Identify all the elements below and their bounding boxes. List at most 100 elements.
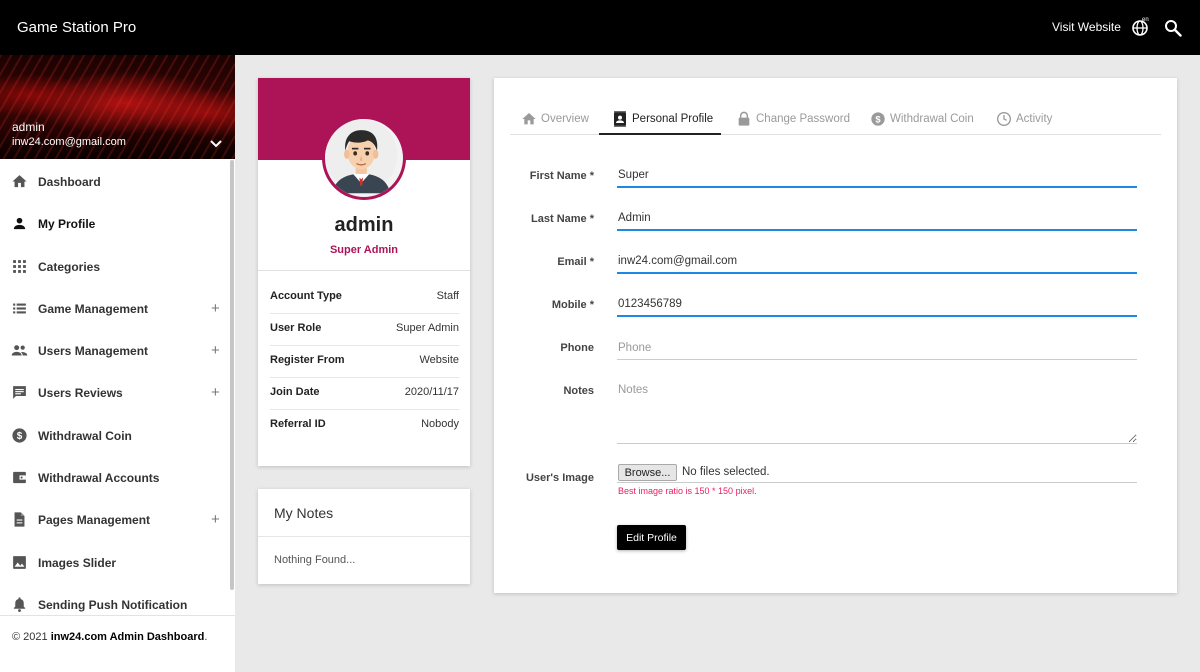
app-title[interactable]: Game Station Pro [17,19,136,36]
notes-label: Notes [563,385,594,397]
phone-field[interactable] [617,336,1137,360]
info-key: Referral ID [270,418,326,430]
info-row-user-role: User Role Super Admin [270,314,459,346]
sidebar: admin inw24.com@gmail.com Dashboard My P… [0,55,235,672]
sidebar-item-label: Categories [38,259,101,274]
user-image-label: User's Image [525,472,594,484]
email-field[interactable] [617,250,1137,274]
user-avatar-image [325,119,398,194]
dollar-coin-icon: $ [871,112,885,126]
visit-website-link[interactable]: Visit Website [1052,20,1121,34]
user-image-file-input[interactable]: Browse... No files selected. [617,464,1137,483]
divider [258,270,470,271]
sidebar-footer: © 2021 inw24.com Admin Dashboard. [0,615,235,672]
lock-icon [738,111,750,126]
info-row-referral-id: Referral ID Nobody [270,410,459,442]
svg-text:$: $ [17,431,23,442]
info-key: Join Date [270,386,320,398]
top-bar: Game Station Pro Visit Website en [0,0,1200,55]
sidebar-item-images-slider[interactable]: Images Slider [0,542,230,584]
sidebar-item-pages-management[interactable]: Pages Management + [0,499,230,541]
info-row-account-type: Account Type Staff [270,282,459,314]
profile-summary-card: admin Super Admin Account Type Staff Use… [258,78,470,466]
no-file-text: No files selected. [682,466,770,478]
tab-label: Change Password [756,113,850,125]
tab-label: Personal Profile [632,113,714,125]
expand-plus-icon[interactable]: + [211,384,220,401]
chevron-down-icon[interactable] [209,139,223,149]
info-row-join-date: Join Date 2020/11/17 [270,378,459,410]
profile-role: Super Admin [329,244,399,256]
sidebar-item-label: Users Reviews [38,386,123,401]
last-name-field[interactable] [617,207,1137,231]
page-icon [14,512,25,527]
grid-icon [13,259,26,273]
tab-change-password[interactable]: Change Password [736,106,856,135]
info-value: Nobody [421,418,459,430]
sidebar-user-name: admin [12,120,45,134]
sidebar-item-users-management[interactable]: Users Management + [0,330,230,372]
sidebar-item-game-management[interactable]: Game Management + [0,288,230,330]
browse-button[interactable]: Browse... [618,464,677,481]
sidebar-item-categories[interactable]: Categories [0,246,230,288]
sidebar-item-my-profile[interactable]: My Profile [0,203,230,245]
profile-tabs: Overview Personal Profile Change Passwor… [510,106,1161,135]
tab-overview[interactable]: Overview [521,106,597,135]
sidebar-item-withdrawal-accounts[interactable]: Withdrawal Accounts [0,457,230,499]
info-value: Super Admin [396,322,459,334]
language-code: en [1142,17,1149,23]
group-icon [11,345,28,356]
tab-label: Activity [1016,113,1053,125]
globe-icon[interactable]: en [1131,17,1151,37]
copyright-brand: inw24.com Admin Dashboard [50,631,205,643]
image-icon [13,555,26,569]
info-key: Register From [270,354,345,366]
bell-icon [13,597,26,612]
sidebar-item-dashboard[interactable]: Dashboard [0,161,230,203]
sidebar-item-label: Withdrawal Accounts [38,471,160,486]
tab-personal-profile[interactable]: Personal Profile [599,106,721,135]
tab-withdrawal-coin[interactable]: $ Withdrawal Coin [870,106,980,135]
info-value: 2020/11/17 [404,386,459,398]
sidebar-item-label: Users Management [38,344,149,359]
my-notes-card: My Notes Nothing Found... [258,489,470,584]
mobile-field[interactable] [617,293,1137,317]
expand-plus-icon[interactable]: + [211,300,220,317]
profile-form-card: Overview Personal Profile Change Passwor… [494,78,1177,593]
sidebar-item-label: Sending Push Notification [38,597,188,612]
avatar [322,116,406,200]
mobile-label: Mobile * [551,299,594,311]
expand-plus-icon[interactable]: + [211,511,220,528]
sidebar-item-label: Withdrawal Coin [38,428,132,443]
info-key: Account Type [270,290,342,302]
sidebar-scrollbar[interactable] [230,160,234,590]
info-value: Website [419,354,459,366]
email-label: Email * [557,256,594,268]
notes-textarea[interactable] [617,384,1137,444]
sidebar-menu: Dashboard My Profile Categories Game Man… [0,161,230,626]
home-icon [522,113,536,125]
tab-activity[interactable]: Activity [996,106,1066,135]
copyright-suffix: . [204,631,208,643]
sidebar-item-label: Pages Management [38,513,151,528]
list-icon [13,303,26,314]
first-name-label: First Name * [529,170,594,182]
sidebar-item-label: Dashboard [38,175,101,189]
expand-plus-icon[interactable]: + [211,342,220,359]
profile-name: admin [334,214,394,236]
dollar-coin-icon: $ [12,428,27,443]
clock-icon [997,112,1011,126]
info-row-register-from: Register From Website [270,346,459,378]
wallet-icon [13,471,26,484]
sidebar-item-label: Images Slider [38,555,117,570]
phone-label: Phone [560,342,594,354]
sidebar-item-withdrawal-coin[interactable]: $ Withdrawal Coin [0,415,230,457]
sidebar-item-users-reviews[interactable]: Users Reviews + [0,372,230,414]
first-name-field[interactable] [617,164,1137,188]
search-icon[interactable] [1164,19,1182,37]
copyright-text: © 2021 inw24.com Admin Dashboard. [12,631,207,643]
edit-profile-button[interactable]: Edit Profile [617,525,686,550]
home-icon [12,175,27,188]
last-name-label: Last Name * [531,213,594,225]
contact-card-icon [614,111,626,127]
